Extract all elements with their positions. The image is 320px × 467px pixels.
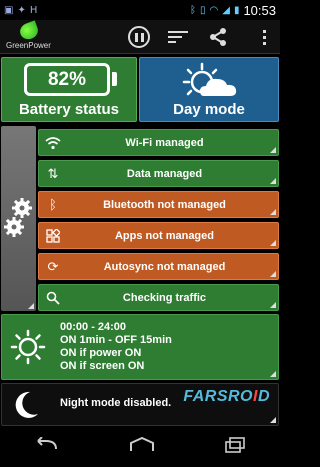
status-bar: ▣ ✦ H ᛒ ▯ ◠ ◢ ▮ 10:53 xyxy=(0,0,280,20)
night-mode-label: Night mode disabled. xyxy=(60,397,172,409)
data-label: Data managed xyxy=(126,167,203,180)
autosync-label: Autosync not managed xyxy=(103,260,226,273)
wifi-status-icon: ◠ xyxy=(209,4,219,16)
h-icon: H xyxy=(29,4,38,16)
traffic-label: Checking traffic xyxy=(122,291,207,304)
battery-status-icon: ▮ xyxy=(233,4,240,16)
home-button[interactable] xyxy=(129,436,155,458)
schedule-screen-condition: ON if screen ON xyxy=(60,360,145,372)
bluetooth-icon: ᛒ xyxy=(49,197,57,213)
app-logo[interactable]: GreenPower xyxy=(6,20,54,52)
sync-icon: ⟳ xyxy=(47,259,59,275)
day-mode-tile[interactable]: Day mode xyxy=(139,57,279,122)
wifi-row[interactable]: Wi-Fi managed xyxy=(38,129,279,156)
bluetooth-status-icon: ᛒ xyxy=(189,4,196,16)
overflow-menu-button[interactable] xyxy=(252,25,276,49)
night-mode-panel[interactable]: Night mode disabled. FARSROID xyxy=(1,383,279,426)
leaf-icon xyxy=(17,20,41,42)
share-button[interactable] xyxy=(206,25,230,49)
share-icon xyxy=(210,28,226,46)
battery-status-label: Battery status xyxy=(18,101,120,118)
vibrate-icon: ▯ xyxy=(199,4,206,16)
navigation-bar xyxy=(0,428,280,467)
recents-button[interactable] xyxy=(224,437,246,458)
wifi-icon xyxy=(45,135,61,151)
back-button[interactable] xyxy=(34,436,60,458)
recents-icon xyxy=(224,437,245,453)
action-bar: GreenPower xyxy=(0,20,280,54)
sun-cloud-icon xyxy=(182,62,237,96)
moon-icon xyxy=(15,391,38,418)
schedule-interval: ON 1min - OFF 15min xyxy=(60,334,172,346)
back-icon xyxy=(37,436,58,450)
settings-panel[interactable] xyxy=(1,126,36,311)
app-name: GreenPower xyxy=(6,41,51,50)
sort-button[interactable] xyxy=(168,25,192,49)
home-icon xyxy=(129,436,154,451)
schedule-power-condition: ON if power ON xyxy=(60,347,142,359)
bluetooth-row[interactable]: ᛒ Bluetooth not managed xyxy=(38,191,279,218)
apps-label: Apps not managed xyxy=(114,229,214,242)
sun-icon xyxy=(10,329,46,365)
battery-icon: 82% xyxy=(24,63,110,96)
battery-status-tile[interactable]: 82% Battery status xyxy=(1,57,137,122)
apps-row[interactable]: Apps not managed xyxy=(38,222,279,249)
gears-icon xyxy=(4,198,32,237)
bluetooth-label: Bluetooth not managed xyxy=(103,198,226,211)
traffic-row[interactable]: Checking traffic xyxy=(38,284,279,311)
debug-icon: ✦ xyxy=(17,4,26,16)
battery-percent: 82% xyxy=(47,68,87,90)
day-schedule-panel[interactable]: 00:00 - 24:00 ON 1min - OFF 15min ON if … xyxy=(1,314,279,380)
data-arrows-icon: ⇅ xyxy=(47,166,59,182)
watermark: FARSROID xyxy=(183,388,270,405)
search-icon xyxy=(45,290,61,306)
autosync-row[interactable]: ⟳ Autosync not managed xyxy=(38,253,279,280)
signal-icon: ◢ xyxy=(222,4,230,16)
pause-button[interactable] xyxy=(128,26,150,48)
wifi-label: Wi-Fi managed xyxy=(125,136,204,149)
day-mode-label: Day mode xyxy=(173,101,245,118)
clock: 10:53 xyxy=(243,2,276,18)
apps-grid-icon xyxy=(45,228,61,244)
android-icon: ▣ xyxy=(4,4,14,16)
data-row[interactable]: ⇅ Data managed xyxy=(38,160,279,187)
schedule-time-range: 00:00 - 24:00 xyxy=(60,321,127,333)
